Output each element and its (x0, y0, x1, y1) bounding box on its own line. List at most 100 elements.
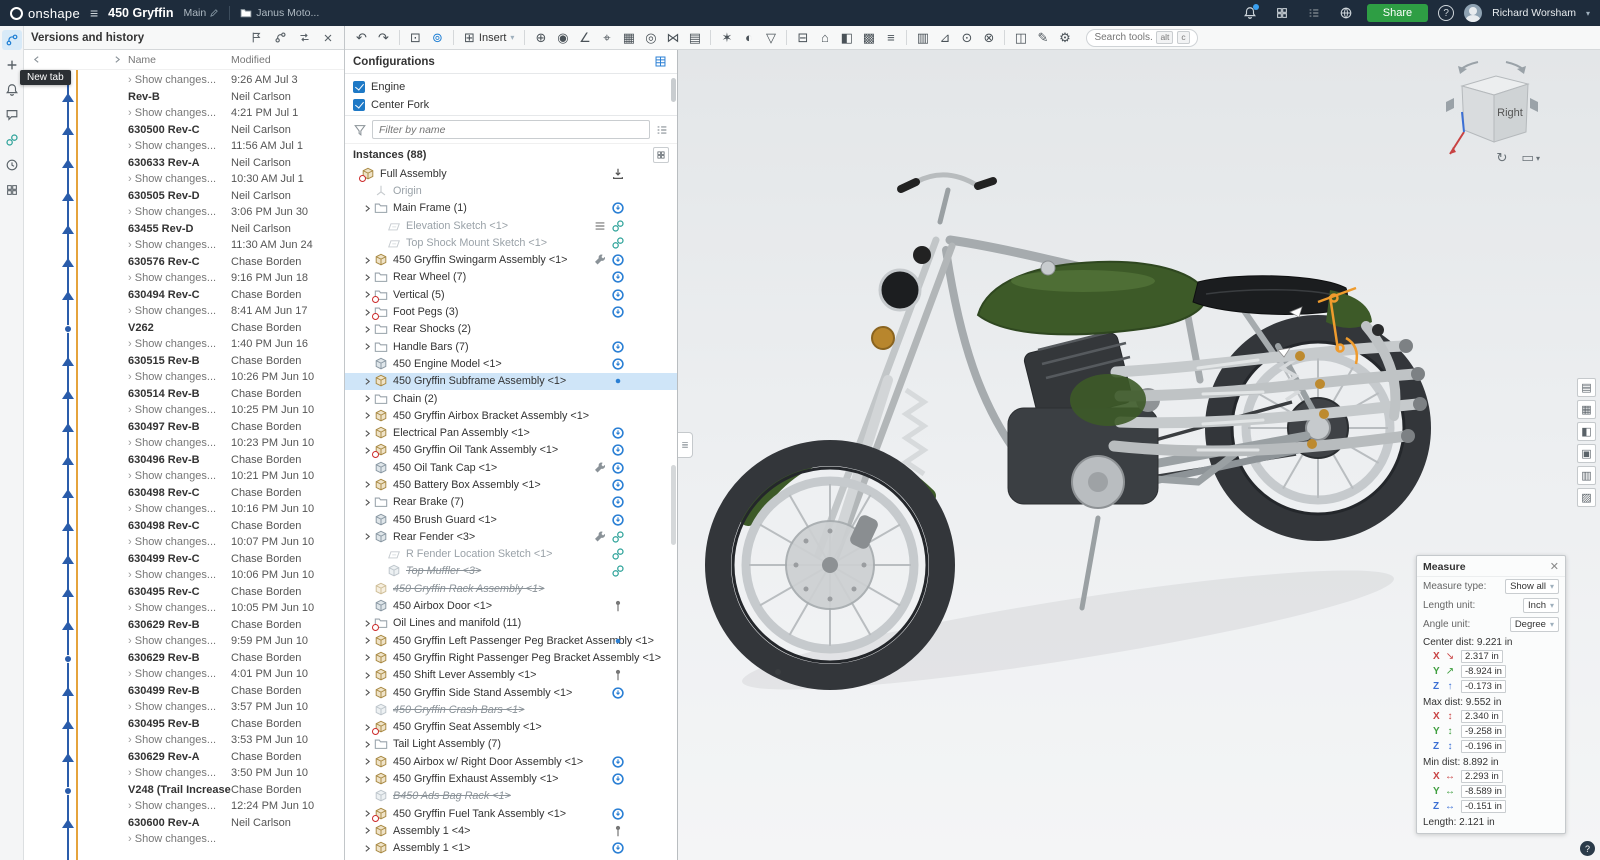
instance-row[interactable]: Chain (2) (345, 390, 677, 407)
undo-icon[interactable]: ↶ (351, 28, 372, 48)
group-icon[interactable]: ◉ (552, 28, 573, 48)
new-tab-icon[interactable] (2, 55, 22, 75)
version-entry[interactable]: › Show changes...9:26 AM Jul 3 (24, 72, 344, 89)
render-icon[interactable]: ⚙ (1054, 28, 1075, 48)
show-changes-link[interactable]: › Show changes... (128, 171, 231, 187)
user-avatar[interactable] (1464, 4, 1482, 22)
instance-row[interactable]: Assembly 1 <4> (345, 822, 677, 839)
info-icon[interactable] (611, 478, 625, 492)
info-icon[interactable] (611, 513, 625, 527)
version-entry[interactable]: 63455 Rev-DNeil Carlson› Show changes...… (24, 221, 344, 254)
instance-row[interactable]: 450 Oil Tank Cap <1> (345, 459, 677, 476)
apps-grid-icon[interactable] (1271, 3, 1293, 23)
instance-row[interactable]: Vertical (5) (345, 286, 677, 303)
version-entry[interactable]: 630515 Rev-BChase Borden› Show changes..… (24, 353, 344, 386)
info-icon[interactable] (611, 357, 625, 371)
show-changes-link[interactable]: › Show changes... (128, 831, 231, 847)
comments-icon[interactable] (2, 105, 22, 125)
graphics-viewport[interactable]: ≣ Right (678, 50, 1600, 860)
sheet-metal-icon[interactable]: ⊟ (792, 28, 813, 48)
instance-row[interactable]: 450 Gryffin Right Passenger Peg Bracket … (345, 649, 677, 666)
column-header-modified[interactable]: Modified (231, 54, 271, 66)
expand-chevron-icon[interactable] (361, 773, 374, 786)
info-icon[interactable] (611, 686, 625, 700)
user-menu-chevron-icon[interactable]: ▾ (1586, 9, 1590, 18)
expand-chevron-icon[interactable] (361, 375, 374, 388)
version-entry[interactable]: 630499 Rev-CChase Borden› Show changes..… (24, 551, 344, 584)
show-changes-link[interactable]: › Show changes... (128, 435, 231, 451)
show-changes-link[interactable]: › Show changes... (128, 765, 231, 781)
panel-collapse-handle[interactable]: ≣ (678, 432, 693, 458)
show-changes-link[interactable]: › Show changes... (128, 237, 231, 253)
instance-row[interactable]: 450 Gryffin Left Passenger Peg Bracket A… (345, 632, 677, 649)
expand-chevron-icon[interactable] (361, 340, 374, 353)
show-changes-link[interactable]: › Show changes... (128, 468, 231, 484)
close-panel-icon[interactable] (319, 29, 337, 47)
checkbox-checked-icon[interactable] (353, 81, 365, 93)
replicate-icon[interactable]: ▤ (684, 28, 705, 48)
learning-center-icon[interactable] (1303, 3, 1325, 23)
right-panel-toggle-6-icon[interactable]: ▨ (1577, 488, 1596, 507)
instance-row[interactable]: Rear Wheel (7) (345, 269, 677, 286)
pin-icon[interactable] (611, 668, 625, 682)
sync-icon[interactable]: ⊚ (427, 28, 448, 48)
expand-chevron-icon[interactable] (361, 824, 374, 837)
named-positions-icon[interactable]: ▽ (760, 28, 781, 48)
info-icon[interactable] (611, 443, 625, 457)
instance-row[interactable]: Oil Lines and manifold (11) (345, 615, 677, 632)
expand-chevron-icon[interactable] (361, 496, 374, 509)
section-view-icon[interactable]: ◫ (1010, 28, 1031, 48)
onshape-logo[interactable]: onshape (10, 6, 80, 21)
insert-button[interactable]: ⊞Insert▾ (459, 30, 519, 46)
version-entry[interactable]: Rev-BNeil Carlson› Show changes...4:21 P… (24, 89, 344, 122)
instance-row[interactable]: R Fender Location Sketch <1> (345, 546, 677, 563)
dot-icon[interactable] (611, 634, 625, 648)
wrench-icon[interactable] (593, 253, 607, 267)
show-changes-link[interactable]: › Show changes... (128, 303, 231, 319)
measure-field-select[interactable]: Degree▾ (1510, 617, 1559, 632)
version-entry[interactable]: 630496 Rev-BChase Borden› Show changes..… (24, 452, 344, 485)
show-changes-link[interactable]: › Show changes... (128, 138, 231, 154)
checkbox-checked-icon[interactable] (353, 99, 365, 111)
download-icon[interactable] (611, 167, 625, 181)
instance-row[interactable]: 450 Gryffin Subframe Assembly <1> (345, 373, 677, 390)
show-changes-link[interactable]: › Show changes... (128, 798, 231, 814)
instance-row[interactable]: Main Frame (1) (345, 200, 677, 217)
version-entry[interactable]: 630497 Rev-BChase Borden› Show changes..… (24, 419, 344, 452)
wrench-icon[interactable] (593, 461, 607, 475)
notifications-icon[interactable] (2, 80, 22, 100)
version-entry[interactable]: 630514 Rev-BChase Borden› Show changes..… (24, 386, 344, 419)
configured-table-icon[interactable] (651, 53, 669, 71)
appearance-icon[interactable]: ◧ (836, 28, 857, 48)
wrench-icon[interactable] (593, 530, 607, 544)
redo-icon[interactable]: ↷ (373, 28, 394, 48)
right-panel-toggle-2-icon[interactable]: ▦ (1577, 400, 1596, 419)
expand-chevron-icon[interactable] (361, 478, 374, 491)
instance-row[interactable]: Handle Bars (7) (345, 338, 677, 355)
instance-row[interactable]: 450 Gryffin Seat Assembly <1> (345, 719, 677, 736)
instance-row[interactable]: 450 Airbox w/ Right Door Assembly <1> (345, 753, 677, 770)
info-icon[interactable] (611, 288, 625, 302)
instance-row[interactable]: 450 Engine Model <1> (345, 355, 677, 372)
properties-icon[interactable]: ≡ (880, 28, 901, 48)
instance-row[interactable]: Foot Pegs (3) (345, 303, 677, 320)
circular-pattern-icon[interactable]: ◎ (640, 28, 661, 48)
show-changes-link[interactable]: › Show changes... (128, 369, 231, 385)
show-changes-link[interactable]: › Show changes... (128, 501, 231, 517)
version-entry[interactable]: 630500 Rev-CNeil Carlson› Show changes..… (24, 122, 344, 155)
info-icon[interactable] (611, 201, 625, 215)
info-icon[interactable] (611, 340, 625, 354)
apps-icon[interactable] (2, 180, 22, 200)
version-entry[interactable]: 630494 Rev-CChase Borden› Show changes..… (24, 287, 344, 320)
show-changes-link[interactable]: › Show changes... (128, 633, 231, 649)
instance-row[interactable]: 450 Brush Guard <1> (345, 511, 677, 528)
search-tools-input[interactable] (1094, 32, 1152, 43)
linear-pattern-icon[interactable]: ▦ (618, 28, 639, 48)
expand-chevron-icon[interactable] (361, 755, 374, 768)
show-changes-link[interactable]: › Show changes... (128, 699, 231, 715)
link-icon[interactable] (611, 236, 625, 250)
mass-properties-icon[interactable]: ⊙ (956, 28, 977, 48)
show-changes-link[interactable]: › Show changes... (128, 72, 231, 88)
bom-icon[interactable]: ▥ (912, 28, 933, 48)
info-icon[interactable] (611, 495, 625, 509)
